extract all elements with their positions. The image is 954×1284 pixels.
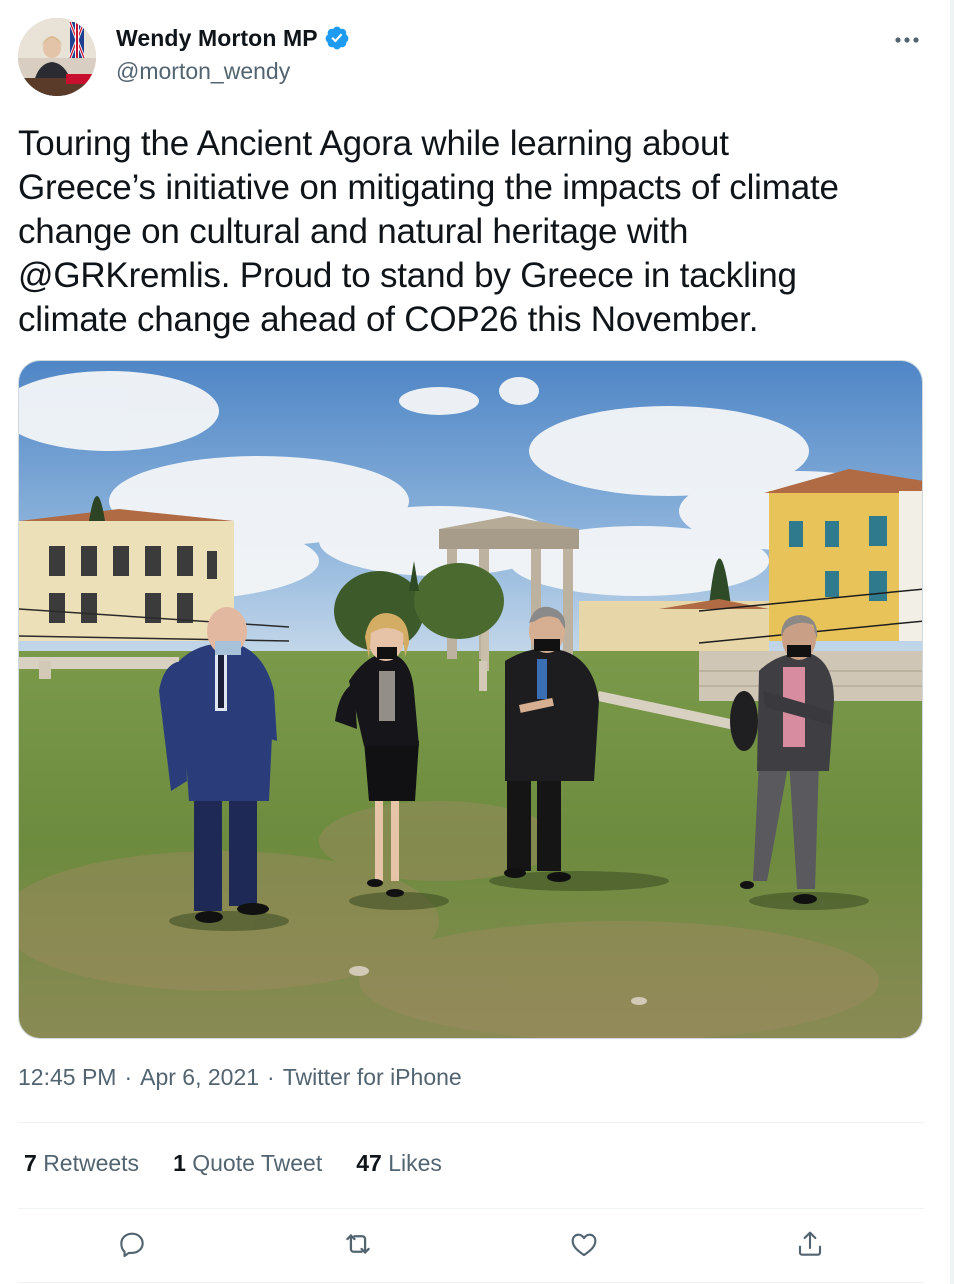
tweet-source[interactable]: Twitter for iPhone: [283, 1064, 462, 1091]
tweet-date[interactable]: Apr 6, 2021: [140, 1064, 259, 1091]
tweet-text: Touring the Ancient Agora while learning…: [18, 124, 839, 339]
divider: [18, 1208, 924, 1209]
retweets-stat[interactable]: 7 Retweets: [24, 1150, 139, 1177]
likes-stat[interactable]: 47 Likes: [356, 1150, 442, 1177]
agora-photo: [19, 361, 922, 1038]
likes-count: 47: [356, 1150, 382, 1176]
retweets-count: 7: [24, 1150, 37, 1176]
meta-separator: ·: [124, 1064, 133, 1090]
tweet-meta: 12:45 PM · Apr 6, 2021 · Twitter for iPh…: [18, 1064, 462, 1091]
author-info: Wendy Morton MP @morton_wendy: [116, 24, 350, 85]
tweet-stats: 7 Retweets 1 Quote Tweet 47 Likes: [24, 1150, 476, 1177]
reply-button[interactable]: [108, 1222, 156, 1270]
action-bar: [0, 1222, 954, 1270]
author-handle[interactable]: @morton_wendy: [116, 58, 350, 85]
share-button[interactable]: [786, 1222, 834, 1270]
like-button[interactable]: [560, 1222, 608, 1270]
tweet-header: Wendy Morton MP @morton_wendy: [18, 18, 924, 96]
meta-separator: ·: [267, 1064, 275, 1090]
quotes-count: 1: [173, 1150, 186, 1176]
likes-label: Likes: [388, 1150, 442, 1176]
divider: [18, 1122, 924, 1123]
more-options-icon[interactable]: [890, 28, 924, 52]
column-border: [950, 0, 954, 1284]
quotes-label: Quote Tweet: [192, 1150, 323, 1176]
like-icon: [568, 1228, 600, 1265]
reply-icon: [116, 1228, 148, 1265]
avatar[interactable]: [18, 18, 96, 96]
author-name[interactable]: Wendy Morton MP: [116, 25, 318, 52]
share-icon: [794, 1228, 826, 1265]
divider: [18, 1282, 924, 1283]
retweet-button[interactable]: [334, 1222, 382, 1270]
quote-tweets-stat[interactable]: 1 Quote Tweet: [173, 1150, 322, 1177]
verified-badge-icon: [324, 25, 350, 51]
retweet-icon: [341, 1227, 375, 1266]
retweets-label: Retweets: [43, 1150, 140, 1176]
tweet-photo[interactable]: [18, 360, 923, 1039]
tweet-time[interactable]: 12:45 PM: [18, 1064, 116, 1091]
